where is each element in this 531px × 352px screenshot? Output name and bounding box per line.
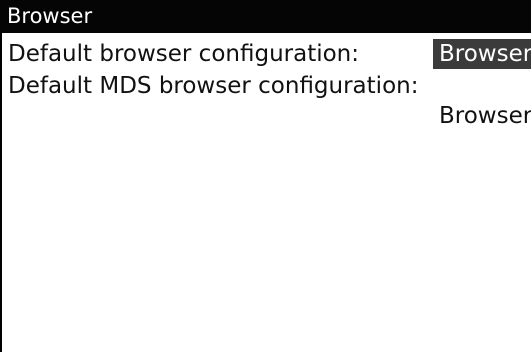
- default-mds-browser-config-value[interactable]: Browser: [433, 101, 531, 131]
- window-title: Browser: [7, 4, 93, 28]
- default-browser-config-label: Default browser configuration:: [8, 41, 359, 67]
- default-browser-config-value[interactable]: Browser: [433, 39, 531, 69]
- setting-row-default-mds-browser-config-label: Default MDS browser configuration:: [0, 71, 531, 101]
- default-mds-browser-config-label: Default MDS browser configuration:: [8, 73, 419, 99]
- title-bar: Browser: [0, 0, 531, 33]
- setting-row-default-browser-config[interactable]: Default browser configuration: Browser: [0, 39, 531, 69]
- setting-row-default-mds-browser-config-value[interactable]: Browser: [0, 101, 531, 131]
